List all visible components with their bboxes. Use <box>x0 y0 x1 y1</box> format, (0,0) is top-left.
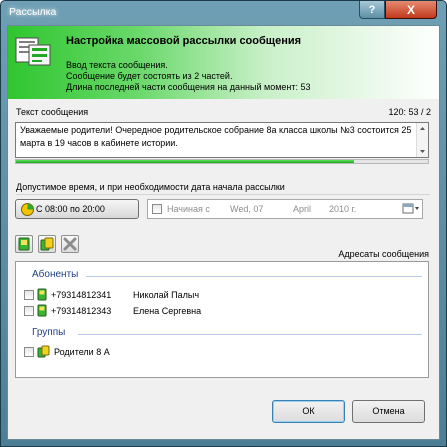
subscriber-checkbox[interactable] <box>24 290 34 300</box>
recipients-label: Адресаты сообщения <box>338 249 429 259</box>
phone-icon <box>37 304 47 317</box>
mass-message-icon <box>15 37 51 66</box>
add-group-button[interactable] <box>38 235 56 253</box>
recipients-list[interactable]: Абоненты +79314812341 Николай Палыч +793… <box>15 261 429 378</box>
button-bar: ОК Отмена <box>8 384 439 439</box>
subscribers-divider <box>86 276 422 277</box>
phone-icon <box>37 288 47 301</box>
header-banner: Настройка массовой рассылки сообщения Вв… <box>8 26 439 99</box>
cancel-button[interactable]: Отмена <box>352 400 425 423</box>
start-date-checkbox[interactable] <box>152 204 162 214</box>
group-checkbox[interactable] <box>24 347 34 357</box>
progress-fill <box>16 160 354 163</box>
clock-icon <box>21 203 34 216</box>
scroll-arrows-icon <box>420 127 425 153</box>
header-title: Настройка массовой рассылки сообщения <box>66 35 302 47</box>
calendar-dropdown-icon[interactable] <box>402 203 420 215</box>
add-subscriber-button[interactable] <box>15 235 33 253</box>
groups-heading: Группы <box>32 327 66 338</box>
message-text: Уважаемые родители! Очередное родительск… <box>20 125 412 148</box>
start-date-field[interactable]: Начиная с Wed, 07 April 2010 г. <box>147 199 423 219</box>
message-scrollbar[interactable] <box>416 123 428 157</box>
message-length-progress <box>15 159 429 164</box>
schedule-label: Допустимое время, и при необходимости да… <box>16 182 285 192</box>
window-title: Рассылка <box>9 6 57 18</box>
time-range-label: С 08:00 по 20:00 <box>36 204 105 214</box>
subscriber-name: Елена Сергевна <box>133 306 202 316</box>
subscriber-phone: +79314812341 <box>51 290 112 300</box>
subscriber-name: Николай Палыч <box>133 290 200 300</box>
help-button[interactable]: ? <box>359 1 385 19</box>
start-date-weekday: Wed, 07 <box>230 204 264 214</box>
schedule-divider <box>16 194 430 195</box>
message-label: Текст сообщения <box>16 107 89 117</box>
ok-button[interactable]: ОК <box>272 400 345 423</box>
subscribers-heading: Абоненты <box>32 269 79 280</box>
groups-divider <box>78 334 422 335</box>
title-bar[interactable]: Рассылка ? X <box>1 1 446 25</box>
dialog-body: Настройка массовой рассылки сообщения Вв… <box>7 25 440 440</box>
group-name: Родители 8 А <box>54 347 110 357</box>
add-group-icon <box>40 237 54 251</box>
message-textarea[interactable]: Уважаемые родители! Очередное родительск… <box>15 122 429 158</box>
header-line-1: Ввод текста сообщения. <box>66 60 168 70</box>
time-range-button[interactable]: С 08:00 по 20:00 <box>15 199 139 219</box>
dialog-window: Рассылка ? X Настройка массовой рассылки… <box>0 0 447 447</box>
group-icon <box>37 345 50 358</box>
start-date-month: April <box>293 204 312 214</box>
remove-button[interactable] <box>61 235 79 253</box>
add-contact-icon <box>18 237 30 251</box>
header-line-3: Длина последней части сообщения на данны… <box>66 82 311 92</box>
delete-icon <box>63 237 77 251</box>
header-line-2: Сообщение будет состоять из 2 частей. <box>66 71 233 81</box>
subscriber-phone: +79314812343 <box>51 306 112 316</box>
message-counter: 120: 53 / 2 <box>388 107 431 117</box>
start-date-label: Начиная с <box>167 204 210 214</box>
close-button[interactable]: X <box>385 1 437 19</box>
start-date-year: 2010 г. <box>329 204 357 214</box>
subscriber-checkbox[interactable] <box>24 306 34 316</box>
